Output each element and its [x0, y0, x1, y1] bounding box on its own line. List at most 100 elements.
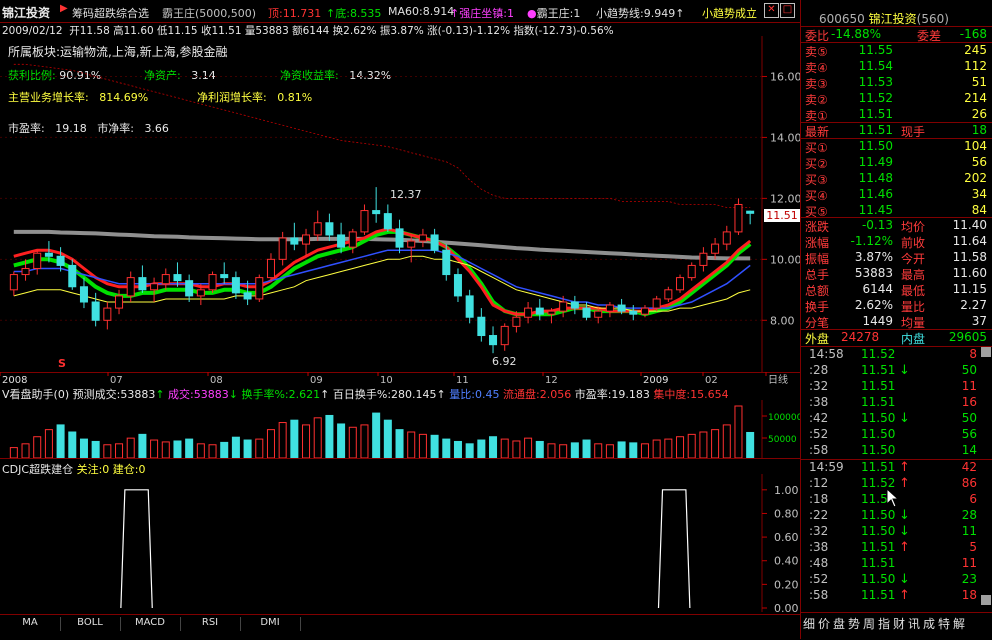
candle-body [126, 277, 135, 297]
right-tab[interactable]: 势 [848, 615, 860, 632]
volume-bar [676, 436, 685, 458]
volume-bar [173, 440, 182, 458]
trend-line-value: 小趋势线:9.949↑ [596, 7, 685, 20]
volume-chart[interactable]: 100000 50000 [0, 400, 800, 458]
indicator-chart[interactable]: 1.00 0.80 0.60 0.40 0.20 0.00 [0, 474, 800, 612]
candle-body [325, 222, 334, 236]
volume-bar [313, 417, 322, 458]
up-arrow-icon: ↑ [326, 7, 336, 20]
weibi-row: 委比 -14.88% 委差 -168 [801, 26, 992, 43]
ma-red-line [13, 227, 752, 316]
tick-price: 11.50 [861, 427, 896, 441]
volume-bar [570, 442, 579, 458]
scroll-up-icon[interactable] [981, 347, 991, 357]
right-tab[interactable]: 成 [923, 615, 935, 632]
price-tick-label: 10.00 [770, 253, 800, 266]
indicator-tick-label: 0.40 [774, 555, 799, 568]
buy-order-row[interactable]: 买④ 11.46 34 [801, 187, 992, 203]
tab-macd[interactable]: MACD [120, 617, 181, 631]
stat-label: 涨幅 [805, 236, 830, 250]
price-tick-label: 12.00 [770, 192, 800, 205]
stat-row: 涨幅 -1.12% 前收 11.64 [801, 234, 992, 250]
volume-bar [68, 431, 77, 458]
tick-direction-icon: ↓ [899, 363, 910, 378]
candle-body [664, 289, 673, 300]
tick-row: 14:59 11.51 ↑ 42 [801, 460, 992, 476]
volume-bar [559, 444, 568, 458]
tick-time: :32 [809, 379, 829, 393]
buy-order-label: 买① [805, 141, 828, 155]
restore-window-icon[interactable]: □ [780, 3, 795, 18]
stat-label: 换手 [805, 300, 830, 314]
right-tab[interactable]: 财 [893, 615, 905, 632]
candle-body [266, 258, 275, 279]
candle-body [360, 210, 369, 233]
buy-order-row[interactable]: 买② 11.49 56 [801, 155, 992, 171]
indicator-pulses [120, 474, 763, 612]
tick-time: :12 [809, 476, 829, 490]
sell-order-label: 卖② [805, 93, 828, 107]
candle-body [103, 307, 112, 321]
sell-order-row[interactable]: 卖③ 11.53 51 [801, 75, 992, 91]
stat-value: -0.13 [861, 218, 893, 232]
tick-volume: 5 [969, 540, 977, 554]
right-tab[interactable]: 指 [878, 615, 890, 632]
candle-body [524, 307, 533, 318]
buy-order-row[interactable]: 买① 11.50 104 [801, 139, 992, 155]
tick-price: 11.51 [861, 379, 896, 393]
volume-bar [126, 437, 135, 458]
candle-body [79, 286, 88, 303]
candle-body [453, 274, 462, 297]
candle-body [535, 307, 544, 315]
volume-bar [746, 431, 755, 458]
right-tab[interactable]: 细 [803, 615, 815, 632]
volume-bar [430, 434, 439, 458]
sell-order-price: 11.53 [858, 75, 893, 89]
right-tab[interactable]: 盘 [833, 615, 845, 632]
stat-value: 11.64 [952, 234, 987, 248]
tick-row: :52 11.50 56 [801, 427, 992, 443]
buy-order-row[interactable]: 买③ 11.48 202 [801, 171, 992, 187]
right-tab[interactable]: 特 [938, 615, 950, 632]
tick-volume: 50 [961, 411, 977, 425]
candle-body [489, 335, 498, 346]
tick-list-1[interactable]: 14:58 11.52 8:28 11.51 ↓ 50:32 11.51 11:… [801, 347, 992, 459]
ma-dotted-line [13, 63, 751, 208]
stat-value: -1.12% [850, 234, 893, 248]
right-tab[interactable]: 讯 [908, 615, 920, 632]
volume-bar [150, 439, 159, 458]
right-tab[interactable]: 周 [863, 615, 875, 632]
current-price-tag: 11.51 [764, 209, 800, 222]
volume-bar [337, 423, 346, 458]
volume-bar [266, 429, 275, 458]
tick-row: :38 11.51 16 [801, 395, 992, 411]
sell-order-row[interactable]: 卖⑤ 11.55 245 [801, 43, 992, 59]
tick-scrollbar[interactable] [981, 347, 991, 609]
dropdown-icon[interactable]: ▶ [60, 3, 68, 14]
volume-bar [220, 441, 229, 458]
sell-order-row[interactable]: 卖② 11.52 214 [801, 91, 992, 107]
scroll-down-icon[interactable] [981, 595, 991, 605]
tab-dmi[interactable]: DMI [240, 617, 301, 631]
tab-ma[interactable]: MA [0, 617, 61, 631]
candle-body [231, 277, 240, 294]
sell-order-row[interactable]: 卖① 11.51 26 [801, 107, 992, 123]
tick-time: :28 [809, 363, 829, 377]
candle-body [9, 274, 18, 291]
price-chart[interactable]: 16.00 14.00 12.00 10.00 8.00 12.37 6.92 S [0, 36, 800, 372]
candle-body [594, 310, 603, 318]
volume-bar [9, 447, 18, 458]
tick-volume: 42 [961, 460, 977, 474]
tick-list-2[interactable]: 14:59 11.51 ↑ 42:12 11.52 ↑ 86:18 11.5 6… [801, 459, 992, 606]
tick-price: 11.50 [861, 443, 896, 457]
tab-boll[interactable]: BOLL [60, 617, 121, 631]
price-tick-label: 8.00 [770, 314, 795, 327]
formula-name[interactable]: 筹码超跌综合选 [72, 5, 149, 21]
stock-header: 600650 锦江投资(560) [819, 12, 949, 26]
tab-rsi[interactable]: RSI [180, 617, 241, 631]
right-tab[interactable]: 价 [818, 615, 830, 632]
close-window-icon[interactable]: ✕ [764, 3, 779, 18]
right-tab[interactable]: 解 [953, 615, 965, 632]
sell-order-row[interactable]: 卖④ 11.54 112 [801, 59, 992, 75]
buy-order-volume: 84 [971, 203, 987, 217]
